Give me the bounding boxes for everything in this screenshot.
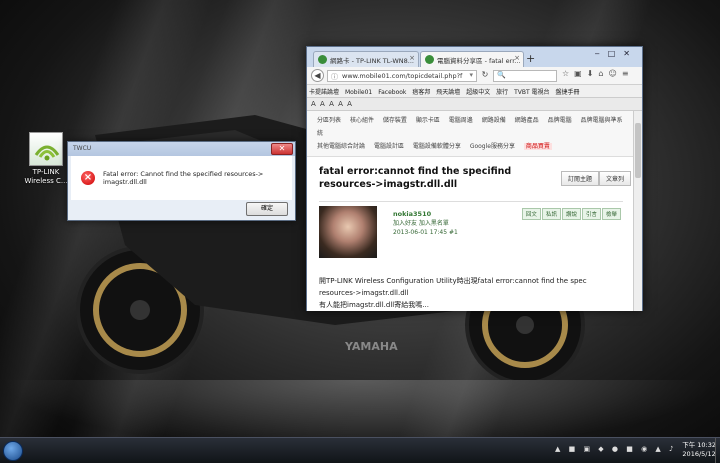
bookmark-item[interactable]: 痞客邦 <box>412 89 430 96</box>
post-action[interactable]: 讚說 <box>561 208 581 220</box>
error-dialog: TWCU ✕ × Fatal error: Cannot find the sp… <box>67 141 296 221</box>
menu-item-marketplace[interactable]: 商品買賣 <box>523 143 552 150</box>
svg-text:YAMAHA: YAMAHA <box>344 340 398 353</box>
tab-strip: 網路卡 - TP-LINK TL-WN8... × 電腦資料分享區 - fata… <box>307 47 642 67</box>
topic-buttons: 訂閱主題 文章列 <box>560 171 631 186</box>
post-action[interactable]: 回文 <box>521 208 541 220</box>
back-button[interactable]: ◀ <box>311 69 324 82</box>
bookmark-item[interactable]: 旅行 <box>496 89 508 96</box>
dialog-titlebar: TWCU ✕ <box>68 142 295 156</box>
desktop-icon-label-1: TP-LINK <box>32 168 60 176</box>
tab-tp-link[interactable]: 網路卡 - TP-LINK TL-WN8... × <box>313 51 419 67</box>
page-content: 分區列表 核心組件 儲存裝置 顯示卡區 電腦周邊 網路設備 網路產品 品牌電腦 … <box>307 111 635 311</box>
scrollbar-thumb[interactable] <box>635 123 641 178</box>
bookmark-item[interactable]: 飛天論壇 <box>436 89 460 96</box>
avatar[interactable] <box>319 206 377 258</box>
topic-header: fatal error:cannot find the specifind re… <box>307 157 635 191</box>
error-icon: × <box>81 171 95 185</box>
menu-item[interactable]: Google服務分享 <box>470 143 515 150</box>
post-body: 開TP-LINK Wireless Configuration Utility時… <box>319 275 623 311</box>
toolbar-icons[interactable]: ☆▣⬇⌂☺≡ <box>562 69 634 78</box>
post-username[interactable]: nokia3510 <box>393 210 458 219</box>
article-list-button[interactable]: 文章列 <box>598 171 631 186</box>
clock[interactable]: 下午 10:32 2016/5/12 <box>682 441 716 459</box>
search-input[interactable]: 🔍 <box>493 70 557 82</box>
clock-time: 下午 10:32 <box>682 441 716 449</box>
tab-fatal-error[interactable]: 電腦資料分享區 - fatal err... × <box>420 51 524 67</box>
post-action[interactable]: 私訊 <box>541 208 561 220</box>
font-button[interactable]: A <box>320 100 326 108</box>
post-floor: #1 <box>449 229 458 236</box>
post-header: nokia3510 加入好友 加入黑名單 2013-06-01 17:45 #1… <box>319 201 623 261</box>
post-line: resources->imagstr.dll.dll <box>319 289 409 297</box>
font-button[interactable]: A <box>311 100 317 108</box>
menu-item[interactable]: 其他電腦綜合討論 <box>317 143 365 150</box>
browser-window: 網路卡 - TP-LINK TL-WN8... × 電腦資料分享區 - fata… <box>306 46 643 311</box>
menu-item[interactable]: 分區列表 <box>317 117 341 124</box>
start-button[interactable] <box>3 441 23 461</box>
post-line: 開TP-LINK Wireless Configuration Utility時… <box>319 277 587 285</box>
dialog-body: × Fatal error: Cannot find the specified… <box>71 156 292 200</box>
dropdown-icon[interactable]: ▾ <box>469 71 473 79</box>
font-button[interactable]: A <box>338 100 344 108</box>
bookmark-item[interactable]: Mobile01 <box>345 89 372 96</box>
tab-label: 電腦資料分享區 - fatal err... <box>437 57 521 65</box>
font-button[interactable]: A <box>347 100 353 108</box>
url-text: www.mobile01.com/topicdetail.php?f <box>342 72 463 80</box>
post-line: 有人能把imagstr.dll.dll寄給我嗎... <box>319 301 429 309</box>
post-action[interactable]: 引言 <box>581 208 601 220</box>
bookmarks-bar: 卡提諾論壇 Mobile01 Facebook 痞客邦 飛天論壇 超級中文 旅行… <box>307 85 642 98</box>
topic-title: fatal error:cannot find the specifind re… <box>319 166 512 190</box>
menu-item[interactable]: 儲存裝置 <box>383 117 407 124</box>
bookmark-item[interactable]: TVBT 電視台 <box>514 89 549 96</box>
wifi-icon <box>29 132 63 166</box>
taskbar: ▲ ■ ▣ ◆ ● ■ ◉ ▲ ♪ 下午 10:32 2016/5/12 <box>0 437 720 463</box>
dialog-close-button[interactable]: ✕ <box>271 143 293 155</box>
new-tab-button[interactable]: + <box>526 52 535 65</box>
dialog-message: Fatal error: Cannot find the specified r… <box>103 170 264 186</box>
post-actions: 回文 私訊 讚說 引言 檢舉 <box>521 208 621 220</box>
menu-item[interactable]: 網路產品 <box>515 117 539 124</box>
favicon-icon <box>318 55 327 64</box>
scrollbar[interactable] <box>633 111 642 311</box>
show-desktop-button[interactable] <box>715 438 720 463</box>
bookmark-item[interactable]: 卡提諾論壇 <box>309 89 339 96</box>
post-action[interactable]: 檢舉 <box>601 208 621 220</box>
bookmark-item[interactable]: Facebook <box>378 89 406 96</box>
menu-item[interactable]: 電腦設備軟體分享 <box>413 143 461 150</box>
font-button[interactable]: A <box>329 100 335 108</box>
system-tray-icons[interactable]: ▲ ■ ▣ ◆ ● ■ ◉ ▲ ♪ <box>555 445 676 453</box>
tp-link-desktop-shortcut[interactable]: TP-LINK Wireless C... <box>22 132 70 186</box>
subscribe-button[interactable]: 訂閱主題 <box>560 171 599 186</box>
menu-item[interactable]: 電腦設計區 <box>374 143 404 150</box>
ok-button[interactable]: 確定 <box>246 202 288 216</box>
desktop-icon-label-2: Wireless C... <box>24 177 68 185</box>
dialog-footer: 確定 <box>68 200 295 220</box>
clock-date: 2016/5/12 <box>682 450 716 458</box>
tab-close-icon[interactable]: × <box>409 54 415 62</box>
menu-item[interactable]: 顯示卡區 <box>416 117 440 124</box>
url-bar[interactable]: ⓘ www.mobile01.com/topicdetail.php?f ▾ <box>327 70 477 82</box>
info-icon: ⓘ <box>331 73 338 81</box>
tab-label: 網路卡 - TP-LINK TL-WN8... <box>330 57 414 65</box>
bookmark-item[interactable]: 盤捷手冊 <box>555 89 579 96</box>
friend-links[interactable]: 加入好友 加入黑名單 <box>393 219 458 228</box>
menu-item[interactable]: 品牌電腦 <box>548 117 572 124</box>
menu-item[interactable]: 電腦周邊 <box>449 117 473 124</box>
forum-menu: 分區列表 核心組件 儲存裝置 顯示卡區 電腦周邊 網路設備 網路產品 品牌電腦 … <box>307 111 635 157</box>
navigation-bar: ◀ ⓘ www.mobile01.com/topicdetail.php?f ▾… <box>307 67 642 85</box>
reload-icon[interactable]: ↻ <box>479 70 491 82</box>
bookmark-item[interactable]: 超級中文 <box>466 89 490 96</box>
dialog-title: TWCU <box>73 145 92 152</box>
tab-close-icon[interactable]: × <box>514 54 520 62</box>
menu-item[interactable]: 核心組件 <box>350 117 374 124</box>
font-toolbar: A A A A A <box>307 98 642 111</box>
favicon-icon <box>425 55 434 64</box>
window-controls[interactable]: ‒□✕ <box>595 49 638 58</box>
post-date: 2013-06-01 17:45 <box>393 229 448 236</box>
menu-item[interactable]: 網路設備 <box>482 117 506 124</box>
post-info: nokia3510 加入好友 加入黑名單 2013-06-01 17:45 #1 <box>393 210 458 237</box>
